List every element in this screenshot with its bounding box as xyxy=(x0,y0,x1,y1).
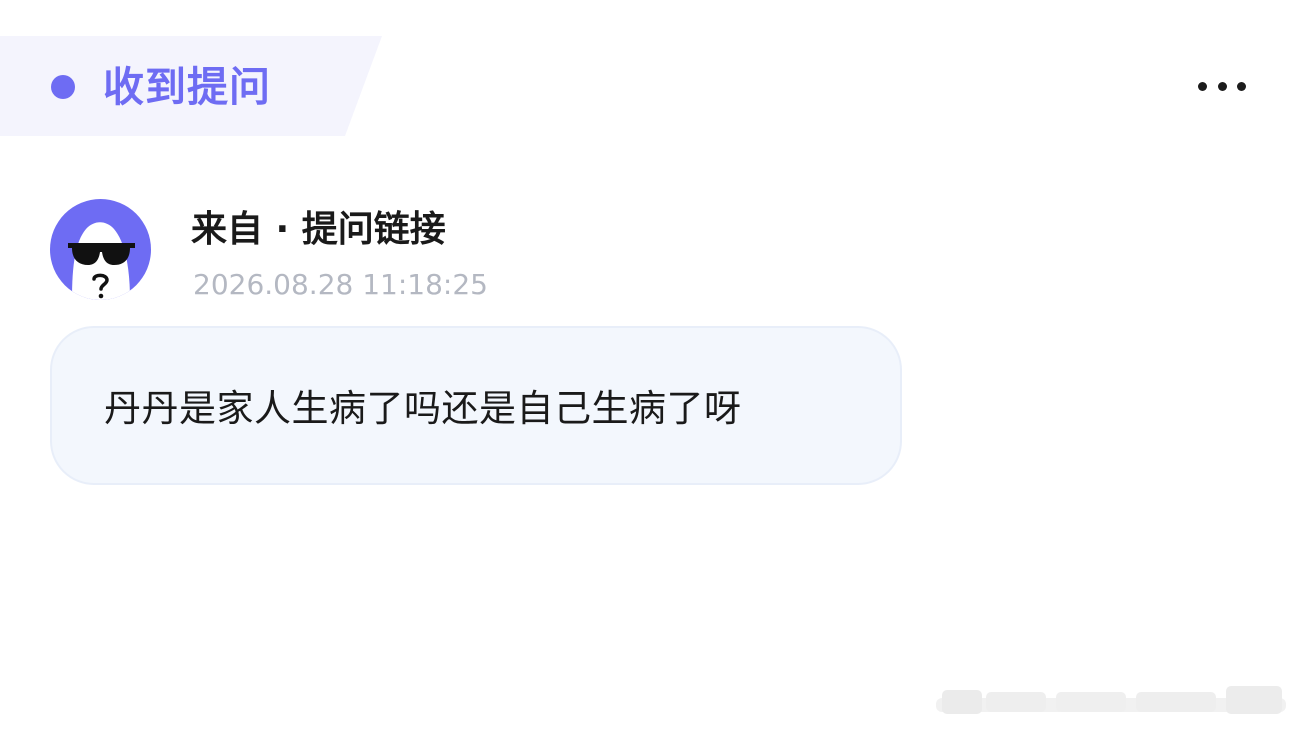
avatar[interactable] xyxy=(50,199,151,300)
question-card: 收到提问 来自 · 提问链接 2026.08.28 11:18:25 丹丹是家人… xyxy=(0,0,1300,731)
page-title: 收到提问 xyxy=(103,63,271,111)
sender-name: 来自 · 提问链接 xyxy=(191,209,446,250)
anonymous-avatar-icon xyxy=(68,222,135,300)
more-dot xyxy=(1198,81,1207,91)
header-dot xyxy=(51,75,75,99)
watermark-image xyxy=(936,686,1286,714)
more-options-icon[interactable] xyxy=(1196,72,1248,100)
timestamp: 2026.08.28 11:18:25 xyxy=(193,268,488,301)
more-dot xyxy=(1237,81,1246,91)
more-dot xyxy=(1217,81,1227,91)
question-text: 丹丹是家人生病了吗还是自己生病了呀 xyxy=(104,387,742,430)
